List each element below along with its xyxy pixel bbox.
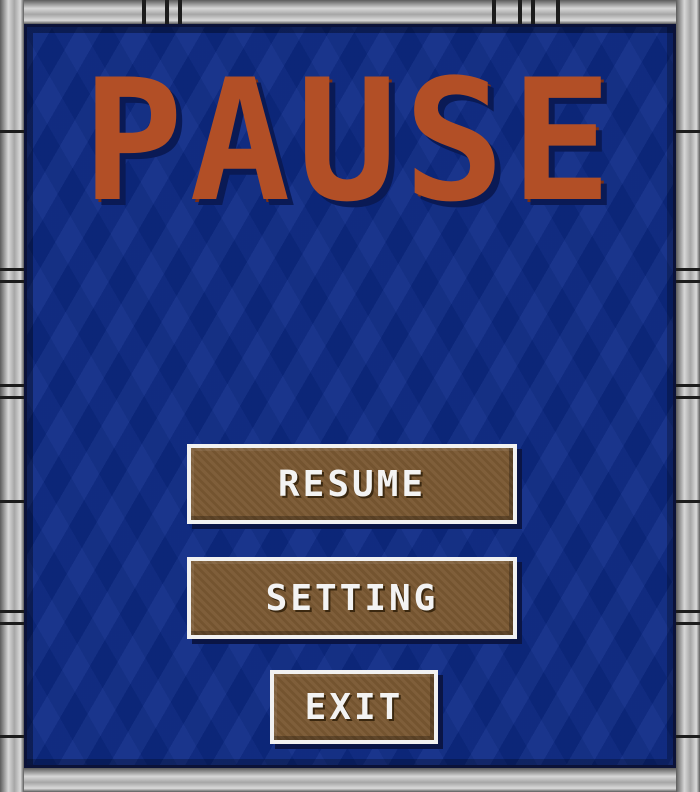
frame-notch bbox=[676, 396, 700, 399]
frame-notch bbox=[0, 500, 24, 503]
pause-title: PAUSE bbox=[82, 43, 618, 239]
frame-notch bbox=[676, 735, 700, 738]
resume-button[interactable]: RESUME bbox=[187, 444, 517, 524]
frame-notch bbox=[676, 268, 700, 271]
frame-notch bbox=[0, 735, 24, 738]
frame-bottom-rail bbox=[0, 768, 700, 792]
frame-notch bbox=[676, 622, 700, 625]
frame-notch bbox=[0, 268, 24, 271]
exit-button[interactable]: EXIT bbox=[270, 670, 438, 744]
frame-notch bbox=[556, 0, 560, 24]
setting-button[interactable]: SETTING bbox=[187, 557, 517, 639]
frame-top-rail bbox=[0, 0, 700, 24]
frame-notch bbox=[0, 622, 24, 625]
frame-notch bbox=[676, 384, 700, 387]
frame-notch bbox=[0, 280, 24, 283]
frame-notch bbox=[531, 0, 535, 24]
frame-notch bbox=[676, 500, 700, 503]
frame-notch bbox=[0, 384, 24, 387]
frame-notch bbox=[142, 0, 146, 24]
frame-notch bbox=[492, 0, 496, 24]
frame-notch bbox=[165, 0, 169, 24]
frame-notch bbox=[676, 280, 700, 283]
frame-notch bbox=[518, 0, 522, 24]
frame-notch bbox=[178, 0, 182, 24]
frame-notch bbox=[0, 610, 24, 613]
frame-notch bbox=[0, 396, 24, 399]
frame-notch bbox=[676, 610, 700, 613]
